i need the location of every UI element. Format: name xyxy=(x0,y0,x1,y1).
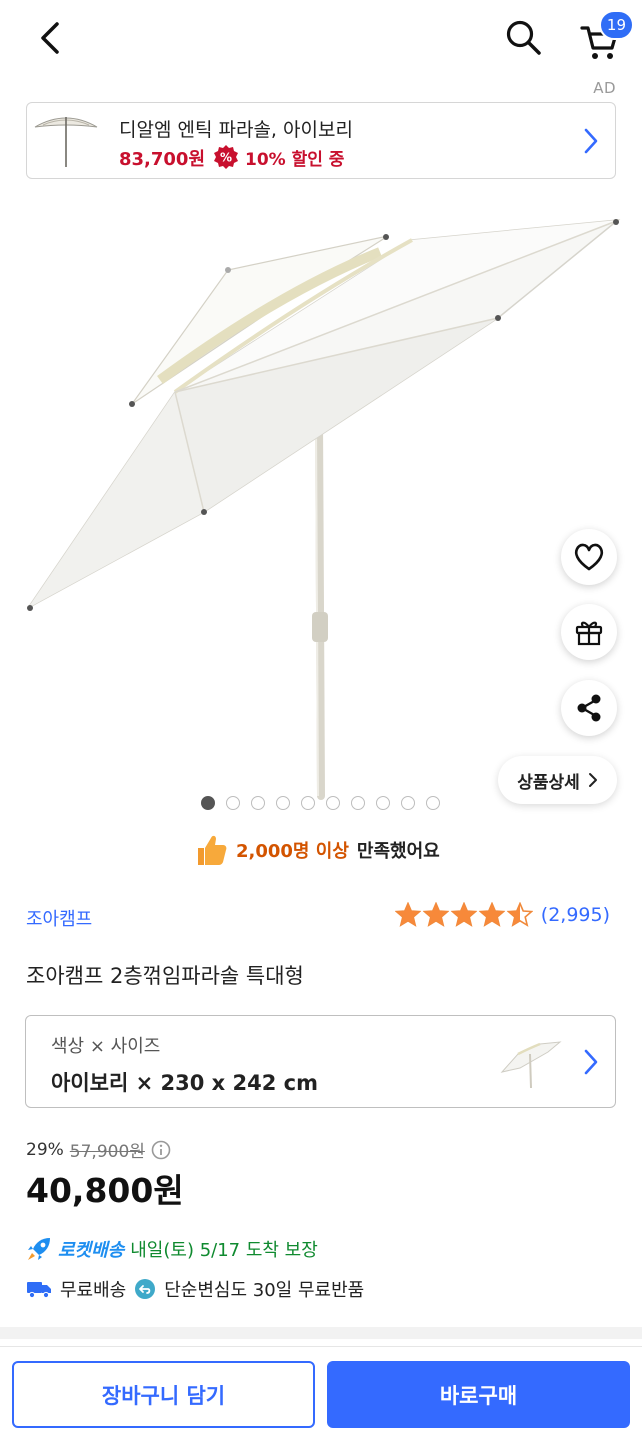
wishlist-button[interactable] xyxy=(561,529,617,585)
gallery-pagination xyxy=(201,796,440,810)
star-icon xyxy=(422,902,449,927)
discount-rate: 29% xyxy=(26,1139,64,1160)
ad-discount-text: 10% 할인 중 xyxy=(245,150,345,170)
ad-price: 83,700원 xyxy=(119,149,206,170)
gallery-dot[interactable] xyxy=(326,796,340,810)
option-label: 색상 × 사이즈 xyxy=(51,1036,161,1057)
product-title: 조아캠프 2층꺾임파라솔 특대형 xyxy=(26,964,304,988)
cart-count-badge: 19 xyxy=(598,10,634,40)
satisfaction-text: 만족했어요 xyxy=(356,841,440,862)
ad-product-thumbnail xyxy=(34,117,98,167)
ad-title: 디알엠 엔틱 파라솔, 아이보리 xyxy=(119,119,353,141)
cart-button[interactable]: 19 xyxy=(574,10,634,64)
gallery-dot[interactable] xyxy=(376,796,390,810)
option-selector[interactable]: 색상 × 사이즈 아이보리 × 230 x 242 cm xyxy=(25,1015,616,1108)
gallery-dot[interactable] xyxy=(401,796,415,810)
gallery-dot[interactable] xyxy=(226,796,240,810)
gallery-dot[interactable] xyxy=(426,796,440,810)
discount-badge-icon: % xyxy=(214,145,238,169)
top-bar: 19 xyxy=(0,0,642,78)
chevron-right-icon xyxy=(584,128,598,154)
thumbs-up-icon xyxy=(198,835,227,865)
gift-icon xyxy=(575,621,603,646)
option-value: 아이보리 × 230 x 242 cm xyxy=(51,1071,318,1095)
chevron-left-icon xyxy=(41,22,59,54)
original-price: 57,900원 xyxy=(69,1142,145,1162)
search-icon xyxy=(506,20,541,55)
ad-label: AD xyxy=(593,79,616,97)
rocket-delivery-row: 로켓배송 내일(토) 5/17 도착 보장 xyxy=(26,1236,318,1262)
gallery-dot[interactable] xyxy=(301,796,315,810)
rating-stars xyxy=(394,902,533,928)
delivery-eta: 내일(토) 5/17 도착 보장 xyxy=(130,1240,318,1261)
brand-link[interactable]: 조아캠프 xyxy=(26,905,92,931)
back-button[interactable] xyxy=(30,16,70,60)
share-button[interactable] xyxy=(561,680,617,736)
review-count[interactable]: (2,995) xyxy=(541,904,610,926)
info-icon[interactable] xyxy=(151,1140,171,1160)
section-divider xyxy=(0,1327,642,1339)
product-image[interactable] xyxy=(0,190,642,820)
ad-banner[interactable]: 디알엠 엔틱 파라솔, 아이보리 83,700원 % 10% 할인 중 xyxy=(26,102,616,179)
add-to-cart-button[interactable]: 장바구니 담기 xyxy=(12,1361,315,1428)
share-icon xyxy=(577,694,601,722)
star-icon xyxy=(450,902,477,927)
gift-button[interactable] xyxy=(561,604,617,660)
gallery-dot[interactable] xyxy=(251,796,265,810)
svg-text:%: % xyxy=(220,151,232,165)
satisfaction-count: 2,000명 이상 xyxy=(236,841,349,862)
rocket-icon xyxy=(28,1238,50,1260)
gallery-dot[interactable] xyxy=(351,796,365,810)
star-icon xyxy=(394,902,421,927)
rocket-delivery-label: 로켓배송 xyxy=(58,1240,125,1261)
free-shipping-text: 무료배송 xyxy=(60,1280,127,1301)
price-discount-row: 29% 57,900원 xyxy=(26,1137,171,1162)
shipping-info-row: 무료배송 단순변심도 30일 무료반품 xyxy=(26,1276,364,1302)
return-icon xyxy=(135,1279,156,1299)
gallery-dot[interactable] xyxy=(276,796,290,810)
chevron-right-icon xyxy=(588,773,597,787)
star-icon xyxy=(478,902,505,927)
gallery-dot[interactable] xyxy=(201,796,215,810)
satisfaction-banner: 2,000명 이상 만족했어요 xyxy=(194,832,440,868)
star-icon xyxy=(506,902,533,927)
truck-icon xyxy=(27,1282,51,1299)
product-detail-label: 상품상세 xyxy=(517,772,580,793)
buy-now-button[interactable]: 바로구매 xyxy=(327,1361,630,1428)
chevron-right-icon xyxy=(584,1049,598,1075)
rating[interactable]: (2,995) xyxy=(394,902,610,928)
search-button[interactable] xyxy=(500,14,548,62)
bottom-action-bar: 장바구니 담기 바로구매 xyxy=(0,1346,642,1440)
heart-icon xyxy=(574,543,604,571)
return-policy-text: 단순변심도 30일 무료반품 xyxy=(164,1280,365,1301)
option-thumbnail xyxy=(500,1041,562,1089)
final-price: 40,800원 xyxy=(26,1171,184,1210)
product-detail-button[interactable]: 상품상세 xyxy=(498,756,617,804)
